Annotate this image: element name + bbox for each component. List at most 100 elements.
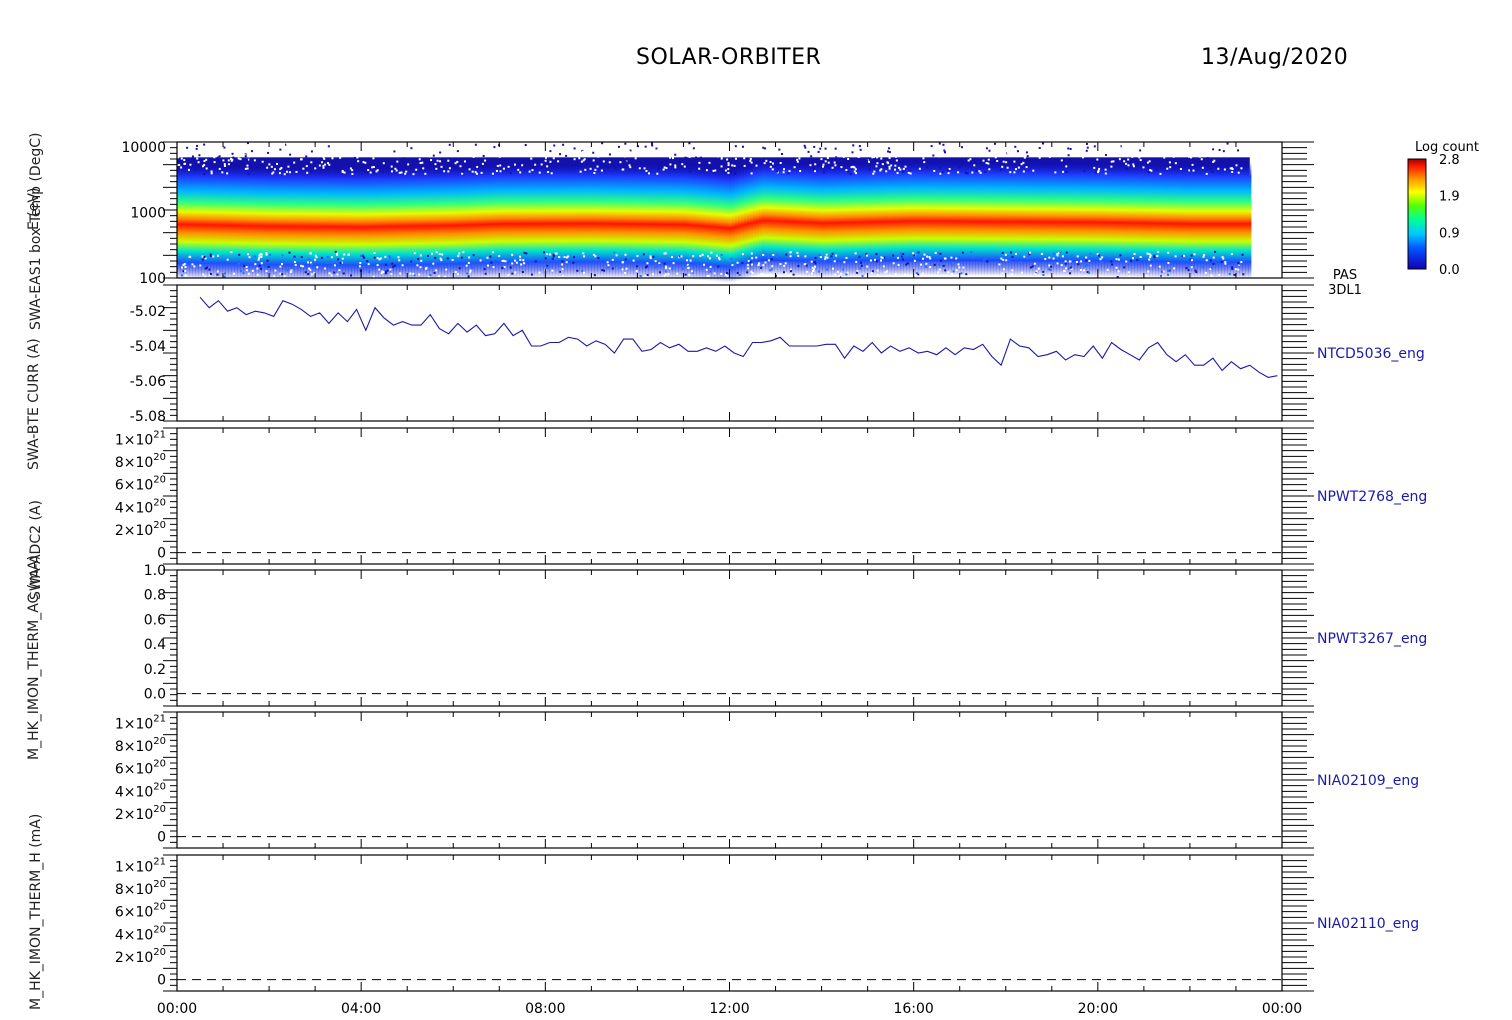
- panel-label-nia02110_eng: NIA02110_eng: [1317, 916, 1419, 932]
- spectrogram-band-strip: [1164, 161, 1168, 278]
- spectrogram-band-strip: [210, 163, 214, 280]
- spectrogram-band-strip: [1002, 160, 1006, 277]
- spectrogram-band-strip: [201, 163, 205, 280]
- spectrogram-band-strip: [1095, 160, 1099, 277]
- x-tick-label: 00:00: [1262, 1001, 1302, 1017]
- panel-ticks: [163, 854, 1314, 992]
- y-axis-title: SWA-EAS1 box Temp (DegC): [28, 133, 44, 330]
- spectrogram-band-strip: [726, 166, 730, 283]
- spectrogram-band-strip: [321, 165, 325, 282]
- temperature-trace: [199, 296, 1278, 378]
- spectrogram-band-strip: [789, 160, 793, 277]
- spectrogram-band-strip: [1194, 162, 1198, 279]
- spectrogram-band-strip: [612, 162, 616, 279]
- spectrogram-band-strip: [1152, 161, 1156, 278]
- spectrogram-band-strip: [222, 163, 226, 280]
- spectrogram-band-strip: [621, 162, 625, 279]
- spectrogram-band-strip: [420, 164, 424, 281]
- spectrogram-band-strip: [1038, 160, 1042, 277]
- spectrogram-band-strip: [399, 164, 403, 281]
- y-tick-label: 100: [139, 271, 166, 287]
- spectrogram-band-strip: [231, 163, 235, 280]
- spectrogram-band-strip: [471, 163, 475, 280]
- spectrogram-band-strip: [495, 162, 499, 279]
- spectrogram-band-strip: [300, 164, 304, 281]
- spectrogram-band-strip: [1200, 162, 1204, 279]
- spectrogram-band-strip: [1182, 162, 1186, 279]
- spectrogram-band-strip: [924, 159, 928, 276]
- spectrogram-band-strip: [846, 161, 850, 278]
- y-tick-label: 1000: [130, 206, 166, 222]
- spectrogram-band-strip: [1071, 160, 1075, 277]
- spectrogram-band-strip: [1083, 160, 1087, 277]
- spectrogram-band-strip: [801, 160, 805, 277]
- spectrogram-band-strip: [783, 159, 787, 276]
- panel-label-3dl1: 3DL1: [1328, 283, 1362, 298]
- spectrogram-band-strip: [552, 162, 556, 279]
- spectrogram-band-strip: [324, 165, 328, 282]
- spectrogram-band-strip: [1230, 162, 1234, 279]
- y-tick-label: 4×1020: [115, 924, 166, 943]
- spectrogram-band-strip: [1056, 160, 1060, 277]
- spectrogram-band-strip: [879, 160, 883, 277]
- spectrogram-band-strip: [423, 164, 427, 281]
- spectrogram-band-strip: [624, 162, 628, 279]
- spectrogram-band-strip: [750, 161, 754, 278]
- spectrogram-band-strip: [813, 161, 817, 278]
- x-tick-label: 00:00: [157, 1001, 197, 1017]
- y-axis-title: M_HK_IMON_THERM_AC (mA): [26, 555, 42, 760]
- spectrogram-band-strip: [294, 164, 298, 281]
- spectrogram-band-strip: [1023, 160, 1027, 277]
- y-axis-title: M_HK_IMON_THERM_H (mA): [28, 814, 44, 1010]
- spectrogram-band-strip: [984, 160, 988, 277]
- spectrogram-band-strip: [510, 162, 514, 279]
- spectrogram-band-strip: [579, 162, 583, 279]
- spectrogram-band-strip: [345, 165, 349, 282]
- y-tick-label: 6×1020: [115, 475, 166, 494]
- spectrogram-band-strip: [699, 164, 703, 281]
- spectrogram-band-strip: [1167, 162, 1171, 279]
- spectrogram-band-strip: [1173, 162, 1177, 279]
- spectrogram-band-strip: [843, 161, 847, 278]
- spectrogram-band-strip: [555, 162, 559, 279]
- spectrogram-band-strip: [852, 160, 856, 277]
- spectrogram-band-strip: [1005, 160, 1009, 277]
- spectrogram-band-strip: [378, 165, 382, 282]
- spectrogram-band-strip: [663, 162, 667, 279]
- y-tick-label: -5.04: [130, 339, 166, 355]
- spectrogram-band-strip: [669, 162, 673, 279]
- spectrogram-band-strip: [249, 164, 253, 281]
- spectrogram-band-strip: [417, 164, 421, 281]
- spectrogram-band-strip: [1110, 161, 1114, 278]
- y-tick-label: 4×1020: [115, 497, 166, 516]
- y-tick-label: 8×1020: [115, 736, 166, 755]
- y-tick-label: 1×1021: [115, 429, 166, 448]
- spectrogram-band-strip: [696, 164, 700, 281]
- spectrogram-band-strip: [648, 162, 652, 279]
- spectrogram-band-strip: [831, 161, 835, 278]
- spectrogram-band-strip: [528, 162, 532, 279]
- spectrogram-band-strip: [1236, 162, 1240, 279]
- spectrogram-band-strip: [975, 159, 979, 276]
- spectrogram-band-strip: [489, 162, 493, 279]
- spectrogram-band-strip: [849, 161, 853, 278]
- spectrogram-band-strip: [285, 164, 289, 281]
- panel-label-npwt2768_eng: NPWT2768_eng: [1317, 489, 1427, 505]
- line-traces: [177, 296, 1282, 981]
- colorbar-gradient: [1407, 158, 1427, 270]
- spectrogram-band-strip: [1089, 160, 1093, 277]
- panel-label-pas: PAS: [1333, 268, 1357, 283]
- spectrogram-band-strip: [1011, 160, 1015, 277]
- panel-label-ntcd5036_eng: NTCD5036_eng: [1317, 346, 1425, 362]
- spectrogram-band-strip: [372, 165, 376, 282]
- spectrogram-band-strip: [780, 159, 784, 276]
- panel-label-nia02109_eng: NIA02109_eng: [1317, 773, 1419, 789]
- spectrogram-band-strip: [1017, 160, 1021, 277]
- spectrogram-band-strip: [291, 164, 295, 281]
- spectrogram-band-strip: [243, 164, 247, 281]
- y-tick-label: -5.02: [130, 304, 166, 320]
- spectrogram-band-strip: [1122, 161, 1126, 278]
- y-tick-label: 8×1020: [115, 879, 166, 898]
- spectrogram-band-strip: [375, 165, 379, 282]
- y-tick-label: 6×1020: [115, 759, 166, 778]
